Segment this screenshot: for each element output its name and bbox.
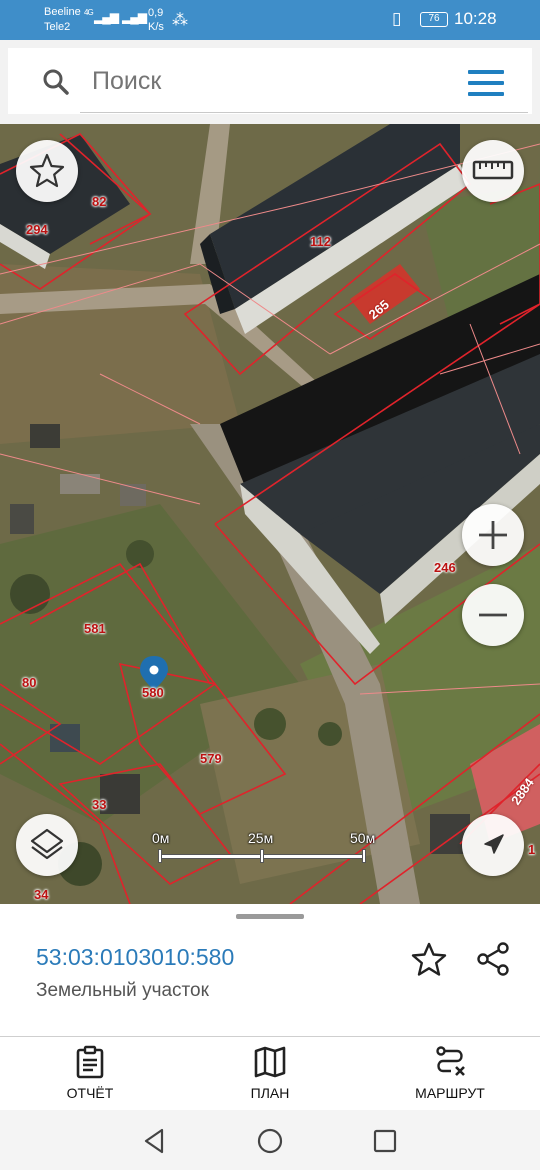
object-type: Земельный участок (36, 980, 209, 1001)
report-icon (76, 1045, 104, 1079)
scale-label: 25м (248, 830, 274, 846)
carrier-info: Beeline Tele2 (44, 5, 81, 35)
carrier-1: Beeline (44, 6, 81, 18)
scale-label: 50м (350, 830, 376, 846)
ruler-button[interactable] (462, 140, 524, 202)
tab-route-label: МАРШРУТ (415, 1085, 485, 1101)
parcel-label: 33 (92, 797, 107, 812)
parcel-label: 82 (92, 194, 107, 209)
parcel-label: 1 (528, 842, 536, 857)
clock: 10:28 (454, 9, 497, 28)
net-speed: 0,9 K/s (148, 6, 164, 34)
map-icon (254, 1046, 286, 1078)
parcel-label: 34 (34, 887, 49, 902)
object-info-sheet: 53:03:0103010:580 Земельный участок (0, 904, 540, 1036)
tab-report[interactable]: ОТЧЁТ (20, 1045, 160, 1107)
tab-report-label: ОТЧЁТ (66, 1085, 114, 1101)
search-input[interactable] (92, 64, 432, 98)
signal-icon-1: ▂▄▆ (94, 10, 119, 24)
hamburger-menu-icon[interactable] (468, 70, 504, 96)
parcel-label: 580 (142, 685, 164, 700)
parcel-label: 581 (84, 621, 106, 636)
sheet-drag-handle[interactable] (236, 914, 304, 919)
bottom-tab-bar: ОТЧЁТ ПЛАН МАРШРУТ (0, 1036, 540, 1110)
parcel-label: 579 (200, 751, 222, 766)
net-speed-value: 0,9 (148, 7, 164, 19)
tab-route[interactable]: МАРШРУТ (380, 1045, 520, 1107)
scale-label: 0м (152, 830, 170, 846)
signal-icon-2: ▂▄▆ (122, 10, 147, 24)
net-speed-unit: K/s (148, 21, 164, 33)
navigation-arrow-icon (484, 834, 504, 854)
map-view[interactable]: 294 82 112 265 581 80 580 579 33 34 246 … (0, 124, 540, 904)
vibrate-icon: ▯ (392, 9, 402, 28)
scale-tick (260, 849, 264, 863)
carrier-2: Tele2 (44, 21, 71, 33)
share-icon[interactable] (474, 940, 512, 978)
tab-plan-label: ПЛАН (250, 1085, 290, 1101)
network-type: 4G (84, 8, 94, 17)
favorite-star-icon[interactable] (410, 940, 448, 978)
search-icon[interactable] (42, 68, 70, 96)
plus-icon (479, 521, 507, 549)
back-icon[interactable] (140, 1126, 170, 1156)
search-card (8, 48, 532, 114)
tab-plan[interactable]: ПЛАН (200, 1045, 340, 1107)
zoom-out-button[interactable] (462, 584, 524, 646)
route-icon (436, 1046, 465, 1076)
battery-icon: 76 (420, 12, 448, 27)
home-icon[interactable] (255, 1126, 285, 1156)
layers-button[interactable] (16, 814, 78, 876)
search-bar (0, 40, 540, 124)
satellite-map (0, 124, 540, 904)
recents-icon[interactable] (370, 1126, 400, 1156)
status-bar: Beeline Tele2 4G ▂▄▆ ▂▄▆ 0,9 K/s ⁂ ▯ 76 … (0, 0, 540, 40)
zoom-in-button[interactable] (462, 504, 524, 566)
scale-tick (158, 849, 162, 863)
parcel-label: 246 (434, 560, 456, 575)
scale-tick (362, 849, 366, 863)
minus-icon (479, 613, 507, 617)
parcel-label: 80 (22, 675, 37, 690)
my-location-button[interactable] (462, 814, 524, 876)
star-outline-icon (29, 153, 65, 188)
parcel-label: 294 (26, 222, 48, 237)
ruler-icon (472, 160, 514, 180)
parcel-label: 112 (310, 234, 331, 249)
app-notification-icon: ⁂ (172, 12, 188, 29)
layers-icon (30, 828, 64, 860)
search-underline (80, 112, 528, 113)
favorites-button[interactable] (16, 140, 78, 202)
system-nav-bar (0, 1110, 540, 1170)
cadastral-number[interactable]: 53:03:0103010:580 (36, 944, 234, 971)
